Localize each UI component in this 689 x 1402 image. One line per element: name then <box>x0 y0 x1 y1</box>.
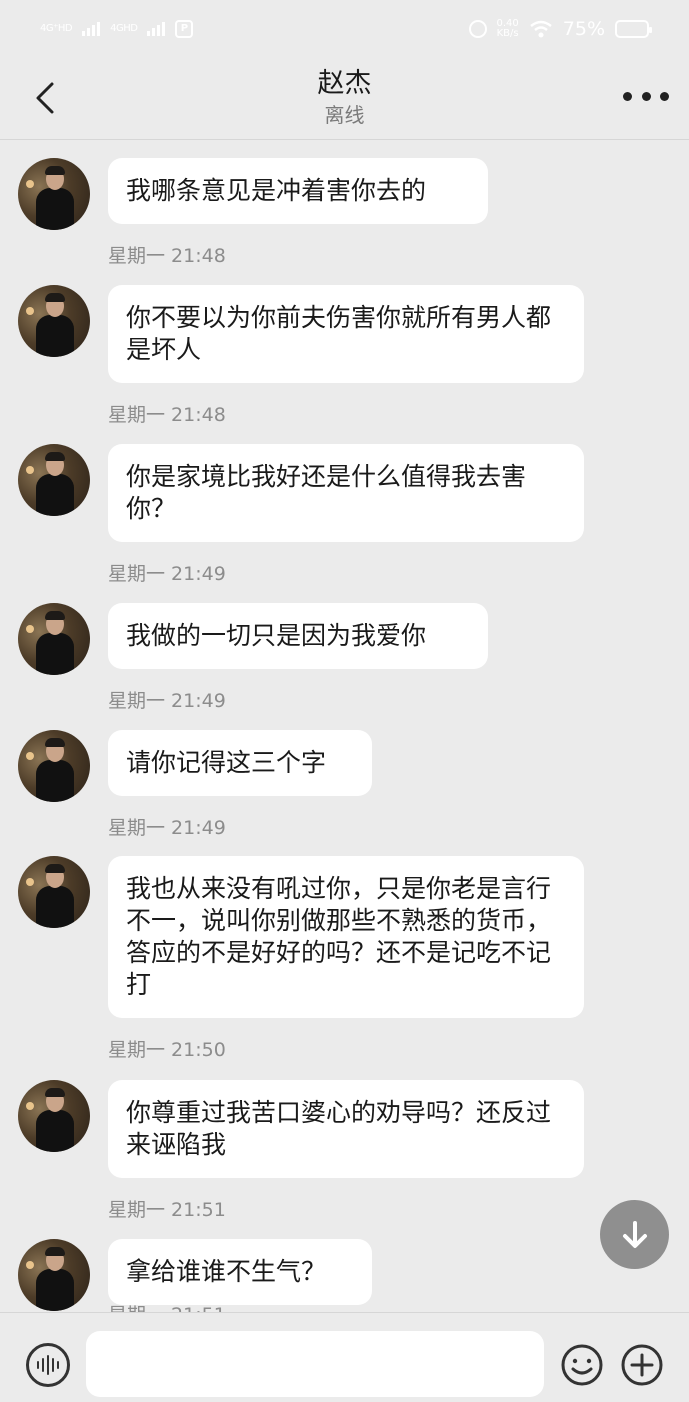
more-actions-button[interactable] <box>620 1343 664 1387</box>
avatar[interactable] <box>18 603 90 675</box>
message-time: 星期一 21:49 <box>108 690 226 712</box>
emoji-button[interactable] <box>560 1343 604 1387</box>
message-time: 星期一 21:49 <box>108 817 226 839</box>
avatar[interactable] <box>18 444 90 516</box>
contact-name: 赵杰 <box>317 68 372 99</box>
more-dots-icon <box>623 91 632 101</box>
net-speed: 0.40 KB/s <box>497 19 519 39</box>
avatar[interactable] <box>18 730 90 802</box>
message-bubble[interactable]: 我也从来没有吼过你，只是你老是言行不一，说叫你别做那些不熟悉的货币，答应的不是好… <box>108 856 584 1018</box>
message-time: 星期一 21:51 <box>108 1303 226 1312</box>
battery-icon <box>615 20 652 38</box>
signal-label-1: 4G⁺HD <box>40 23 73 34</box>
message-time: 星期一 21:49 <box>108 563 226 585</box>
message-bubble[interactable]: 拿给谁谁不生气？ <box>108 1239 372 1305</box>
message-time: 星期一 21:48 <box>108 404 226 426</box>
contact-title: 赵杰 离线 <box>0 66 689 128</box>
input-bar <box>0 1312 689 1402</box>
message-bubble[interactable]: 我做的一切只是因为我爱你 <box>108 603 488 669</box>
net-speed-unit: KB/s <box>496 28 519 39</box>
avatar[interactable] <box>18 285 90 357</box>
wifi-icon <box>529 20 552 38</box>
more-dots-icon <box>641 91 651 101</box>
status-right: 0.40 KB/s 75% <box>468 18 652 40</box>
message-bubble[interactable]: 你尊重过我苦口婆心的劝导吗？还反过来诬陷我 <box>108 1080 584 1178</box>
message-bubble[interactable]: 请你记得这三个字 <box>108 730 372 796</box>
message-bubble[interactable]: 你是家境比我好还是什么值得我去害你？ <box>108 444 584 542</box>
message-time: 星期一 21:51 <box>108 1199 226 1221</box>
signal-bars-icon <box>147 22 166 36</box>
plus-circle-icon <box>621 1344 663 1386</box>
signal-label-2: 4GHD <box>110 23 138 34</box>
battery-percent: 75% <box>562 18 605 40</box>
message-input[interactable] <box>86 1331 544 1397</box>
alarm-icon <box>468 20 487 38</box>
avatar[interactable] <box>18 1239 90 1311</box>
status-left: 4G⁺HD 4GHD P <box>40 20 194 38</box>
message-list[interactable]: 我哪条意见是冲着害你去的 星期一 21:48 你不要以为你前夫伤害你就所有男人都… <box>0 140 689 1312</box>
avatar[interactable] <box>18 856 90 928</box>
more-dots-icon <box>660 91 669 101</box>
voice-button[interactable] <box>26 1343 70 1387</box>
status-bar: 4G⁺HD 4GHD P 0.40 KB/s 75% <box>0 0 689 58</box>
arrow-down-icon <box>622 1220 647 1248</box>
message-time: 星期一 21:48 <box>108 245 226 267</box>
avatar[interactable] <box>18 1080 90 1152</box>
voice-wave-icon <box>37 1355 59 1375</box>
message-time: 星期一 21:50 <box>108 1039 226 1061</box>
smiley-icon <box>561 1344 603 1386</box>
message-bubble[interactable]: 我哪条意见是冲着害你去的 <box>108 158 488 224</box>
more-button[interactable] <box>623 86 669 106</box>
scroll-to-bottom-button[interactable] <box>600 1200 669 1269</box>
avatar[interactable] <box>18 158 90 230</box>
contact-status: 离线 <box>324 103 365 127</box>
message-bubble[interactable]: 你不要以为你前夫伤害你就所有男人都是坏人 <box>108 285 584 383</box>
app-notification-icon: P <box>175 20 194 38</box>
chat-header: 赵杰 离线 <box>0 58 689 140</box>
signal-bars-icon <box>82 22 101 36</box>
